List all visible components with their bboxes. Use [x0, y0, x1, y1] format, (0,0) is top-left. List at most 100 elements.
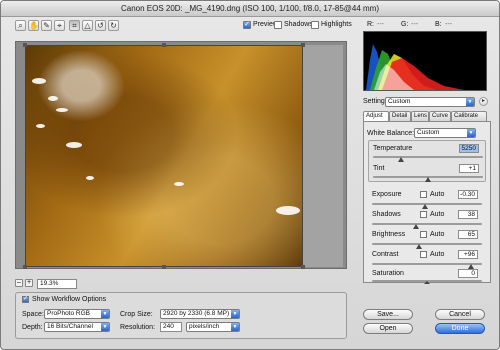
contrast-value[interactable]: +96 [458, 250, 478, 259]
shadows-auto-label: Auto [430, 211, 445, 218]
brightness-value[interactable]: 65 [458, 230, 478, 239]
shadows-slider[interactable] [372, 223, 482, 225]
tab-calibrate-label: Calibrate [454, 113, 479, 119]
show-workflow-checkbox[interactable]: ✓ [22, 296, 29, 303]
space-value: ProPhoto RGB [47, 310, 90, 317]
shadows-checkbox[interactable] [274, 21, 282, 29]
shadows-slider-knob[interactable] [413, 224, 419, 229]
zoom-out-button[interactable]: – [15, 279, 23, 287]
crop-handle[interactable] [162, 43, 166, 47]
resolution-label: Resolution: [120, 324, 156, 331]
show-workflow-label: Show Workflow Options [32, 296, 107, 303]
histogram [363, 31, 487, 91]
chevron-down-icon: ▼ [466, 98, 474, 106]
space-select[interactable]: ProPhoto RGB ▼ [44, 309, 110, 319]
foam-patch [86, 176, 94, 180]
tab-detail[interactable]: Detail [389, 111, 411, 121]
resolution-unit-select[interactable]: pixels/inch ▼ [186, 322, 240, 332]
temperature-slider-knob[interactable] [397, 157, 404, 162]
temperature-slider[interactable] [373, 156, 483, 158]
rotate-right-icon[interactable]: ↻ [108, 20, 119, 31]
open-button[interactable]: Open [363, 323, 413, 334]
space-label: Space: [22, 311, 44, 318]
depth-value: 16 Bits/Channel [47, 323, 93, 330]
depth-label: Depth: [22, 324, 43, 331]
resolution-input[interactable]: 240 [160, 322, 182, 332]
tab-curve-label: Curve [432, 113, 449, 119]
crop-handle[interactable] [162, 265, 166, 269]
brightness-slider[interactable] [372, 243, 482, 245]
tab-lens[interactable]: Lens [411, 111, 429, 121]
zoom-level-select[interactable]: 19.3% [37, 279, 77, 289]
done-button[interactable]: Done [435, 323, 485, 334]
exposure-label: Exposure [372, 191, 402, 198]
tint-value[interactable]: +1 [459, 164, 479, 173]
saturation-label: Saturation [372, 270, 404, 277]
preview-checkbox[interactable]: ✓ [243, 21, 251, 29]
foam-patch [56, 108, 68, 112]
histogram-graph [366, 44, 464, 90]
tint-slider-knob[interactable] [425, 177, 431, 182]
tab-curve[interactable]: Curve [429, 111, 451, 121]
tint-label: Tint [373, 165, 385, 172]
crop-tool-icon[interactable]: ⌗ [69, 20, 80, 31]
brightness-auto-label: Auto [430, 231, 445, 238]
brightness-slider-knob[interactable] [416, 244, 423, 249]
settings-menu-icon[interactable]: ▸ [479, 97, 488, 106]
hand-tool-icon[interactable]: ✋ [28, 20, 39, 31]
crop-overlay [303, 45, 343, 267]
white-balance-tool-icon[interactable]: ✎ [41, 20, 52, 31]
exposure-slider-knob[interactable] [421, 204, 428, 209]
shadows-auto-checkbox[interactable] [420, 211, 427, 218]
crop-size-value: 2920 by 2330 (6.8 MP) [163, 310, 230, 317]
camera-raw-window: Canon EOS 20D: _MG_4190.dng (ISO 100, 1/… [0, 0, 500, 350]
rotate-left-icon[interactable]: ↺ [95, 20, 106, 31]
exposure-value[interactable]: -0.30 [458, 190, 478, 199]
saturation-value[interactable]: 0 [458, 269, 478, 278]
crop-handle[interactable] [23, 43, 27, 47]
r-readout-label: R: [367, 21, 374, 28]
zoom-in-button[interactable]: + [25, 279, 33, 287]
brightness-label: Brightness [372, 231, 406, 238]
preview-image[interactable] [25, 45, 303, 267]
cancel-button[interactable]: Cancel [435, 309, 485, 320]
crop-size-select[interactable]: 2920 by 2330 (6.8 MP) ▼ [160, 309, 240, 319]
shadows-value[interactable]: 38 [458, 210, 478, 219]
g-readout-label: G: [401, 21, 409, 28]
chevron-down-icon: ▼ [101, 310, 109, 318]
r-readout-value: --- [377, 21, 384, 28]
settings-value: Custom [388, 98, 411, 105]
shadows-adjust-label: Shadows [372, 211, 401, 218]
foam-patch [276, 206, 300, 215]
zoom-tool-icon[interactable]: ⌕ [15, 20, 26, 31]
contrast-slider[interactable] [372, 263, 482, 265]
foam-patch [36, 124, 45, 128]
save-button[interactable]: Save... [363, 309, 413, 320]
white-balance-value: Custom [417, 129, 440, 136]
b-readout-label: B: [435, 21, 442, 28]
foam-patch [174, 182, 184, 186]
contrast-auto-checkbox[interactable] [420, 251, 427, 258]
crop-handle[interactable] [23, 265, 27, 269]
straighten-tool-icon[interactable]: △ [82, 20, 93, 31]
exposure-auto-checkbox[interactable] [420, 191, 427, 198]
depth-select[interactable]: 16 Bits/Channel ▼ [44, 322, 110, 332]
crop-handle[interactable] [301, 265, 305, 269]
exposure-auto-label: Auto [430, 191, 445, 198]
chevron-down-icon: ▼ [231, 310, 239, 318]
highlights-checkbox[interactable] [311, 21, 319, 29]
shadows-label: Shadows [284, 21, 313, 28]
crop-handle[interactable] [301, 43, 305, 47]
brightness-auto-checkbox[interactable] [420, 231, 427, 238]
chevron-down-icon: ▼ [101, 323, 109, 331]
contrast-auto-label: Auto [430, 251, 445, 258]
tab-calibrate[interactable]: Calibrate [451, 111, 487, 121]
tab-adjust[interactable]: Adjust [363, 111, 389, 121]
saturation-slider-knob[interactable] [424, 281, 430, 284]
color-sampler-tool-icon[interactable]: ⌖ [54, 20, 65, 31]
foam-patch [66, 142, 82, 148]
temperature-value[interactable]: 5250 [459, 144, 479, 153]
white-balance-select[interactable]: Custom ▼ [414, 128, 476, 138]
settings-select[interactable]: Custom ▼ [385, 97, 475, 107]
tab-lens-label: Lens [414, 113, 428, 119]
